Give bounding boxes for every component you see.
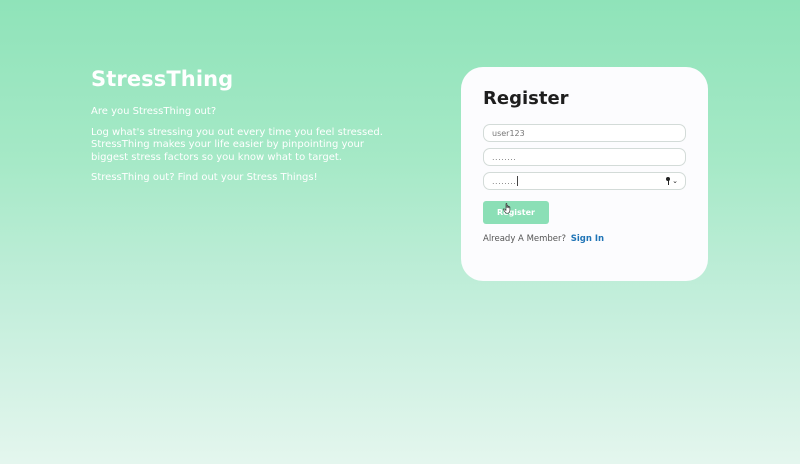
password-toggle-button[interactable]: ⌄ bbox=[665, 176, 678, 187]
sign-in-prompt: Already A Member? Sign In bbox=[483, 234, 686, 244]
hand-pointer-icon bbox=[503, 203, 511, 214]
text-caret bbox=[517, 176, 519, 186]
hero-description: Log what's stressing you out every time … bbox=[91, 126, 383, 163]
sign-in-link[interactable]: Sign In bbox=[571, 234, 604, 244]
hero-cta-text: StressThing out? Find out your Stress Th… bbox=[91, 172, 318, 183]
member-prompt-text: Already A Member? bbox=[483, 234, 567, 244]
key-icon bbox=[665, 177, 671, 186]
username-value: user123 bbox=[492, 128, 525, 138]
register-button[interactable]: Register bbox=[483, 201, 549, 224]
hero-section: StressThing Are you StressThing out? Log… bbox=[91, 66, 391, 193]
app-brand-title: StressThing bbox=[91, 67, 234, 91]
confirm-password-value: ........ bbox=[492, 176, 517, 186]
password-value: ........ bbox=[492, 152, 517, 162]
password-field[interactable]: ........ bbox=[483, 148, 686, 166]
chevron-down-icon: ⌄ bbox=[672, 177, 678, 185]
username-field[interactable]: user123 bbox=[483, 124, 686, 142]
hero-tagline: Are you StressThing out? bbox=[91, 106, 217, 117]
confirm-password-field[interactable]: ........ ⌄ bbox=[483, 172, 686, 190]
register-title: Register bbox=[483, 88, 569, 109]
register-card: Register user123 ........ ........ ⌄ Reg… bbox=[461, 67, 708, 281]
